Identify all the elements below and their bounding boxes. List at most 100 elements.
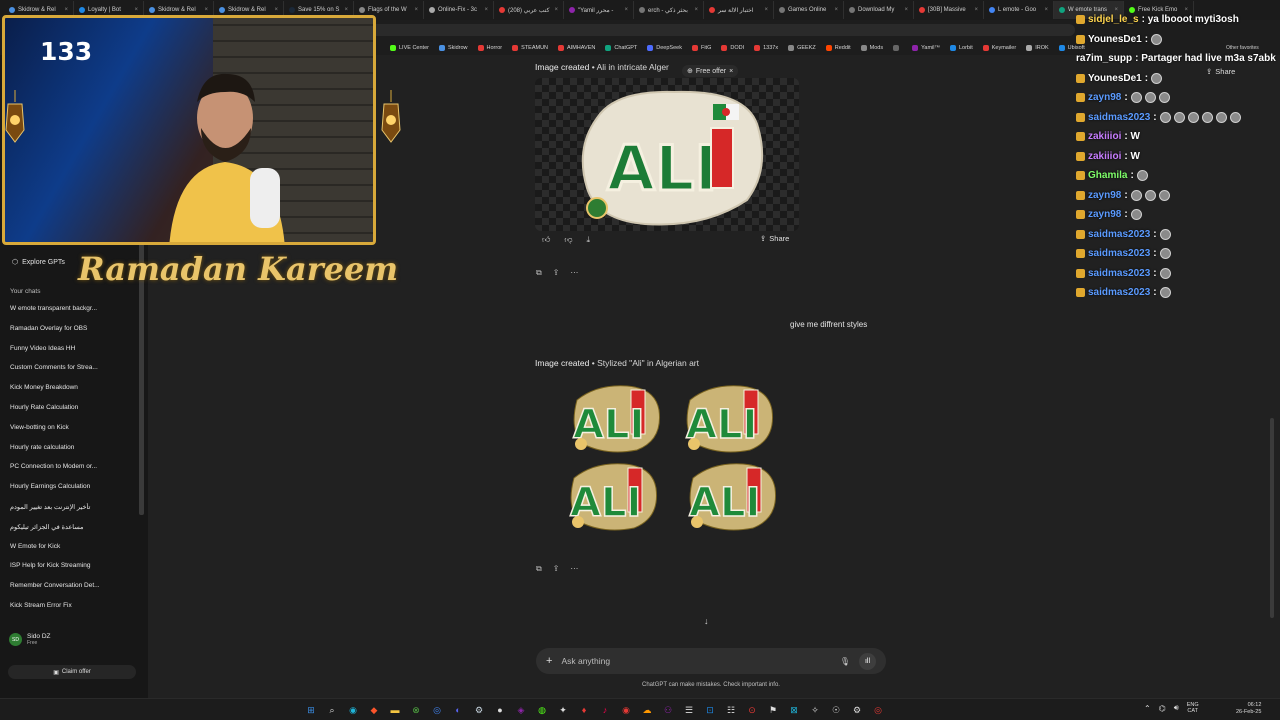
chat-history-item[interactable]: W Emote for Kick: [10, 543, 136, 563]
bookmark-item[interactable]: FitG: [691, 44, 711, 51]
bookmark-item[interactable]: Skidrow: [438, 44, 468, 51]
close-tab-icon[interactable]: ×: [344, 7, 348, 13]
chat-history-item[interactable]: Custom Comments for Strea...: [10, 364, 136, 384]
chat-history-item[interactable]: Hourly Earnings Calculation: [10, 483, 136, 503]
message-composer[interactable]: + Ask anything 🎙︎ ıll: [536, 648, 886, 674]
app-icon[interactable]: ◎: [870, 702, 886, 718]
bookmark-item[interactable]: Lorbit: [949, 44, 973, 51]
chat-username[interactable]: zayn98: [1088, 190, 1121, 201]
edge-icon[interactable]: ◉: [345, 702, 361, 718]
bookmark-item[interactable]: [893, 44, 902, 51]
bookmark-item[interactable]: Mods: [860, 44, 883, 51]
chat-history-item[interactable]: مساعدة في الجزائر تيليكوم: [10, 523, 136, 543]
browser-tab[interactable]: L emote - Goo ×: [984, 1, 1054, 19]
plus-icon[interactable]: +: [546, 655, 552, 667]
app-icon[interactable]: ⊙: [744, 702, 760, 718]
microphone-icon[interactable]: 🎙︎: [840, 657, 850, 666]
chat-history-item[interactable]: W emote transparent backgr...: [10, 305, 136, 325]
close-tab-icon[interactable]: ×: [624, 7, 628, 13]
app-icon[interactable]: ✧: [807, 702, 823, 718]
bookmark-item[interactable]: Reddit: [825, 44, 851, 51]
close-tab-icon[interactable]: ×: [204, 7, 208, 13]
chat-username[interactable]: Ghamila: [1088, 170, 1127, 181]
app-icon[interactable]: ⊡: [702, 702, 718, 718]
chat-username[interactable]: saidmas2023: [1088, 248, 1150, 259]
brave-icon[interactable]: ◆: [366, 702, 382, 718]
close-tab-icon[interactable]: ×: [484, 7, 488, 13]
chat-history-item[interactable]: ISP Help for Kick Streaming: [10, 562, 136, 582]
chat-username[interactable]: zayn98: [1088, 92, 1121, 103]
chat-history-item[interactable]: Remember Conversation Det...: [10, 582, 136, 602]
bookmark-item[interactable]: Horror: [477, 44, 502, 51]
language-indicator[interactable]: ENG CAT: [1187, 702, 1199, 714]
bookmark-item[interactable]: 1337x: [754, 44, 778, 51]
chat-username[interactable]: saidmas2023: [1088, 287, 1150, 298]
image-share-button[interactable]: ⇪ Share: [760, 234, 789, 243]
bookmark-item[interactable]: Yamil™: [912, 44, 940, 51]
bookmark-item[interactable]: AIMHAVEN: [558, 44, 595, 51]
chat-username[interactable]: zakiiioi: [1088, 131, 1121, 142]
generated-image-variant[interactable]: ALI: [567, 380, 665, 458]
chat-username[interactable]: saidmas2023: [1088, 268, 1150, 279]
app-icon[interactable]: ◈: [513, 702, 529, 718]
copy-icon[interactable]: ⧉: [536, 564, 542, 574]
app-icon[interactable]: ☉: [828, 702, 844, 718]
explore-gpts-button[interactable]: ⬡ Explore GPTs: [12, 258, 65, 267]
browser-tab[interactable]: Online-Fix - 3c ×: [424, 1, 494, 19]
claim-offer-button[interactable]: ▣ Claim offer: [8, 665, 136, 679]
generated-image-main[interactable]: ALI: [535, 78, 799, 231]
clock[interactable]: 06:12 26-Feb-25: [1236, 702, 1261, 716]
chevron-up-icon[interactable]: ⌃: [1144, 704, 1151, 713]
steam-icon[interactable]: ⚙: [471, 702, 487, 718]
volume-icon[interactable]: 🔊︎: [1174, 703, 1179, 713]
close-tab-icon[interactable]: ×: [904, 7, 908, 13]
chat-history-item[interactable]: Kick Stream Error Fix: [10, 602, 136, 622]
message-input[interactable]: Ask anything: [561, 656, 830, 666]
app-icon[interactable]: ☁: [639, 702, 655, 718]
app-icon[interactable]: ⚑: [765, 702, 781, 718]
chat-username[interactable]: YounesDe1: [1088, 73, 1142, 84]
close-tab-icon[interactable]: ×: [694, 7, 698, 13]
folder-icon[interactable]: ▬: [387, 702, 403, 718]
chat-username[interactable]: saidmas2023: [1088, 112, 1150, 123]
network-icon[interactable]: ⌬: [1159, 704, 1166, 713]
close-icon[interactable]: ×: [729, 68, 733, 75]
chat-history-item[interactable]: Hourly Rate Calculation: [10, 404, 136, 424]
browser-tab[interactable]: اختبار الالة سر ×: [704, 1, 774, 19]
app-icon[interactable]: ✦: [555, 702, 571, 718]
more-icon[interactable]: ⋯: [570, 564, 578, 574]
generated-image-variant[interactable]: ALI: [680, 380, 778, 458]
chat-history-item[interactable]: Funny Video Ideas HH: [10, 345, 136, 365]
chat-history-item[interactable]: Ramadan Overlay for OBS: [10, 325, 136, 345]
close-tab-icon[interactable]: ×: [834, 7, 838, 13]
bookmark-item[interactable]: DODI: [721, 44, 744, 51]
close-tab-icon[interactable]: ×: [764, 7, 768, 13]
generated-image-variant[interactable]: ALI: [683, 458, 781, 536]
chat-history-item[interactable]: تأخير الإنترنت بعد تغيير المودم: [10, 503, 136, 523]
close-tab-icon[interactable]: ×: [974, 7, 978, 13]
bookmark-item[interactable]: Keymailer: [982, 44, 1016, 51]
app-icon[interactable]: ♦: [576, 702, 592, 718]
bookmark-item[interactable]: GEEKZ: [788, 44, 816, 51]
app-icon[interactable]: ⚇: [660, 702, 676, 718]
browser-tab[interactable]: Download My ×: [844, 1, 914, 19]
chat-history-item[interactable]: PC Connection to Modem or...: [10, 463, 136, 483]
generated-image-variant[interactable]: ALI: [564, 458, 662, 536]
chat-history-item[interactable]: Hourly rate calculation: [10, 444, 136, 464]
bookmark-item[interactable]: DeepSeek: [647, 44, 682, 51]
browser-tab[interactable]: erch - بحثر ذكي ×: [634, 1, 704, 19]
discord-icon[interactable]: ◐: [450, 702, 466, 718]
share-icon[interactable]: ⇪: [553, 268, 560, 278]
obs-icon[interactable]: ●: [492, 702, 508, 718]
browser-tab[interactable]: كتب عربي (208) ×: [494, 1, 564, 19]
close-tab-icon[interactable]: ×: [414, 7, 418, 13]
voice-mode-icon[interactable]: ıll: [859, 652, 876, 670]
chat-username[interactable]: ra7im_supp: [1076, 53, 1132, 64]
app-icon[interactable]: ◉: [618, 702, 634, 718]
copy-icon[interactable]: ⧉: [536, 268, 542, 278]
share-icon[interactable]: ⇪: [553, 564, 560, 574]
search-icon[interactable]: ⌕: [324, 702, 340, 718]
chat-username[interactable]: sidjel_le_s: [1088, 14, 1139, 25]
bookmark-item[interactable]: LIVE Center: [390, 44, 429, 51]
app-icon[interactable]: ☰: [681, 702, 697, 718]
